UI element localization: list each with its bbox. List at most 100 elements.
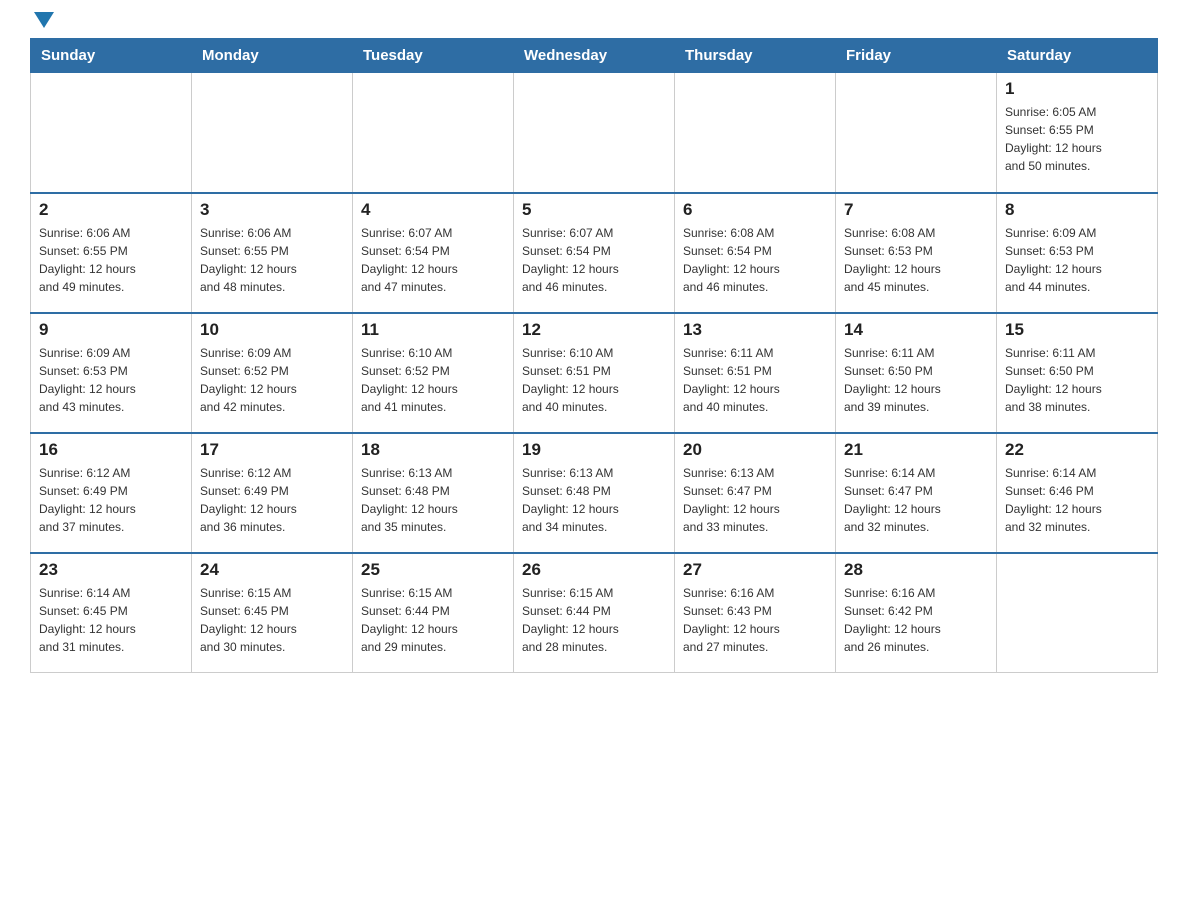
day-number: 25 <box>361 560 505 580</box>
day-number: 10 <box>200 320 344 340</box>
day-number: 6 <box>683 200 827 220</box>
calendar-table: SundayMondayTuesdayWednesdayThursdayFrid… <box>30 38 1158 673</box>
calendar-week-row: 1 Sunrise: 6:05 AMSunset: 6:55 PMDaylight… <box>31 73 1158 193</box>
day-info: Sunrise: 6:10 AMSunset: 6:52 PMDaylight:… <box>361 344 505 416</box>
calendar-cell: 2 Sunrise: 6:06 AMSunset: 6:55 PMDaylight… <box>31 193 192 313</box>
day-info: Sunrise: 6:11 AMSunset: 6:51 PMDaylight:… <box>683 344 827 416</box>
weekday-header-saturday: Saturday <box>997 39 1158 73</box>
logo-triangle-icon <box>34 12 54 28</box>
day-number: 9 <box>39 320 183 340</box>
calendar-cell: 18Sunrise: 6:13 AMSunset: 6:48 PMDayligh… <box>353 433 514 553</box>
calendar-week-row: 16 Sunrise: 6:12 AMSunset: 6:49 PMDayligh… <box>31 433 1158 553</box>
calendar-cell <box>836 73 997 193</box>
calendar-cell: 23 Sunrise: 6:14 AMSunset: 6:45 PMDayligh… <box>31 553 192 673</box>
day-number: 27 <box>683 560 827 580</box>
day-info: Sunrise: 6:10 AMSunset: 6:51 PMDaylight:… <box>522 344 666 416</box>
day-info: Sunrise: 6:07 AMSunset: 6:54 PMDaylight:… <box>361 224 505 296</box>
calendar-cell <box>192 73 353 193</box>
calendar-cell: 28 Sunrise: 6:16 AMSunset: 6:42 PMDayligh… <box>836 553 997 673</box>
day-number: 21 <box>844 440 988 460</box>
weekday-header-thursday: Thursday <box>675 39 836 73</box>
day-number: 23 <box>39 560 183 580</box>
calendar-cell: 17Sunrise: 6:12 AMSunset: 6:49 PMDayligh… <box>192 433 353 553</box>
calendar-cell: 21 Sunrise: 6:14 AMSunset: 6:47 PMDayligh… <box>836 433 997 553</box>
day-info: Sunrise: 6:16 AMSunset: 6:42 PMDaylight:… <box>844 584 988 656</box>
calendar-cell: 5 Sunrise: 6:07 AMSunset: 6:54 PMDaylight… <box>514 193 675 313</box>
calendar-cell: 24Sunrise: 6:15 AMSunset: 6:45 PMDayligh… <box>192 553 353 673</box>
day-number: 22 <box>1005 440 1149 460</box>
day-info: Sunrise: 6:15 AMSunset: 6:44 PMDaylight:… <box>361 584 505 656</box>
day-number: 19 <box>522 440 666 460</box>
calendar-cell: 26 Sunrise: 6:15 AMSunset: 6:44 PMDayligh… <box>514 553 675 673</box>
logo <box>30 20 54 28</box>
calendar-cell <box>353 73 514 193</box>
calendar-week-row: 9 Sunrise: 6:09 AMSunset: 6:53 PMDaylight… <box>31 313 1158 433</box>
day-number: 11 <box>361 320 505 340</box>
weekday-header-monday: Monday <box>192 39 353 73</box>
calendar-cell: 13 Sunrise: 6:11 AMSunset: 6:51 PMDayligh… <box>675 313 836 433</box>
page-header <box>30 20 1158 28</box>
day-info: Sunrise: 6:15 AMSunset: 6:44 PMDaylight:… <box>522 584 666 656</box>
day-number: 15 <box>1005 320 1149 340</box>
calendar-cell: 10 Sunrise: 6:09 AMSunset: 6:52 PMDayligh… <box>192 313 353 433</box>
day-number: 12 <box>522 320 666 340</box>
calendar-cell: 27 Sunrise: 6:16 AMSunset: 6:43 PMDayligh… <box>675 553 836 673</box>
calendar-cell: 11 Sunrise: 6:10 AMSunset: 6:52 PMDayligh… <box>353 313 514 433</box>
day-number: 2 <box>39 200 183 220</box>
day-info: Sunrise: 6:09 AMSunset: 6:53 PMDaylight:… <box>39 344 183 416</box>
day-info: Sunrise: 6:08 AMSunset: 6:53 PMDaylight:… <box>844 224 988 296</box>
calendar-cell: 4 Sunrise: 6:07 AMSunset: 6:54 PMDaylight… <box>353 193 514 313</box>
day-info: Sunrise: 6:14 AMSunset: 6:46 PMDaylight:… <box>1005 464 1149 536</box>
day-number: 17 <box>200 440 344 460</box>
calendar-cell: 6 Sunrise: 6:08 AMSunset: 6:54 PMDaylight… <box>675 193 836 313</box>
day-number: 13 <box>683 320 827 340</box>
calendar-cell: 8 Sunrise: 6:09 AMSunset: 6:53 PMDaylight… <box>997 193 1158 313</box>
day-info: Sunrise: 6:06 AMSunset: 6:55 PMDaylight:… <box>39 224 183 296</box>
day-number: 5 <box>522 200 666 220</box>
day-info: Sunrise: 6:12 AMSunset: 6:49 PMDaylight:… <box>39 464 183 536</box>
calendar-cell: 7 Sunrise: 6:08 AMSunset: 6:53 PMDaylight… <box>836 193 997 313</box>
calendar-cell <box>997 553 1158 673</box>
day-info: Sunrise: 6:13 AMSunset: 6:47 PMDaylight:… <box>683 464 827 536</box>
calendar-cell: 25 Sunrise: 6:15 AMSunset: 6:44 PMDayligh… <box>353 553 514 673</box>
day-number: 16 <box>39 440 183 460</box>
calendar-cell: 9 Sunrise: 6:09 AMSunset: 6:53 PMDaylight… <box>31 313 192 433</box>
weekday-header-friday: Friday <box>836 39 997 73</box>
weekday-header-tuesday: Tuesday <box>353 39 514 73</box>
day-info: Sunrise: 6:09 AMSunset: 6:52 PMDaylight:… <box>200 344 344 416</box>
calendar-cell: 16 Sunrise: 6:12 AMSunset: 6:49 PMDayligh… <box>31 433 192 553</box>
day-info: Sunrise: 6:07 AMSunset: 6:54 PMDaylight:… <box>522 224 666 296</box>
day-info: Sunrise: 6:09 AMSunset: 6:53 PMDaylight:… <box>1005 224 1149 296</box>
day-number: 8 <box>1005 200 1149 220</box>
day-number: 18 <box>361 440 505 460</box>
calendar-cell: 1 Sunrise: 6:05 AMSunset: 6:55 PMDaylight… <box>997 73 1158 193</box>
calendar-cell: 3Sunrise: 6:06 AMSunset: 6:55 PMDaylight… <box>192 193 353 313</box>
calendar-cell: 14Sunrise: 6:11 AMSunset: 6:50 PMDayligh… <box>836 313 997 433</box>
calendar-cell: 19Sunrise: 6:13 AMSunset: 6:48 PMDayligh… <box>514 433 675 553</box>
day-info: Sunrise: 6:14 AMSunset: 6:45 PMDaylight:… <box>39 584 183 656</box>
day-number: 7 <box>844 200 988 220</box>
calendar-header-row: SundayMondayTuesdayWednesdayThursdayFrid… <box>31 39 1158 73</box>
day-number: 20 <box>683 440 827 460</box>
day-number: 24 <box>200 560 344 580</box>
calendar-week-row: 23 Sunrise: 6:14 AMSunset: 6:45 PMDayligh… <box>31 553 1158 673</box>
day-info: Sunrise: 6:05 AMSunset: 6:55 PMDaylight:… <box>1005 103 1149 175</box>
calendar-week-row: 2 Sunrise: 6:06 AMSunset: 6:55 PMDaylight… <box>31 193 1158 313</box>
day-info: Sunrise: 6:16 AMSunset: 6:43 PMDaylight:… <box>683 584 827 656</box>
day-info: Sunrise: 6:08 AMSunset: 6:54 PMDaylight:… <box>683 224 827 296</box>
calendar-cell: 20 Sunrise: 6:13 AMSunset: 6:47 PMDayligh… <box>675 433 836 553</box>
weekday-header-wednesday: Wednesday <box>514 39 675 73</box>
day-number: 3 <box>200 200 344 220</box>
weekday-header-sunday: Sunday <box>31 39 192 73</box>
day-info: Sunrise: 6:14 AMSunset: 6:47 PMDaylight:… <box>844 464 988 536</box>
day-number: 28 <box>844 560 988 580</box>
calendar-cell: 12 Sunrise: 6:10 AMSunset: 6:51 PMDayligh… <box>514 313 675 433</box>
day-info: Sunrise: 6:11 AMSunset: 6:50 PMDaylight:… <box>1005 344 1149 416</box>
day-number: 1 <box>1005 79 1149 99</box>
calendar-cell <box>675 73 836 193</box>
calendar-cell <box>514 73 675 193</box>
day-number: 26 <box>522 560 666 580</box>
day-number: 4 <box>361 200 505 220</box>
calendar-cell: 22 Sunrise: 6:14 AMSunset: 6:46 PMDayligh… <box>997 433 1158 553</box>
calendar-cell <box>31 73 192 193</box>
